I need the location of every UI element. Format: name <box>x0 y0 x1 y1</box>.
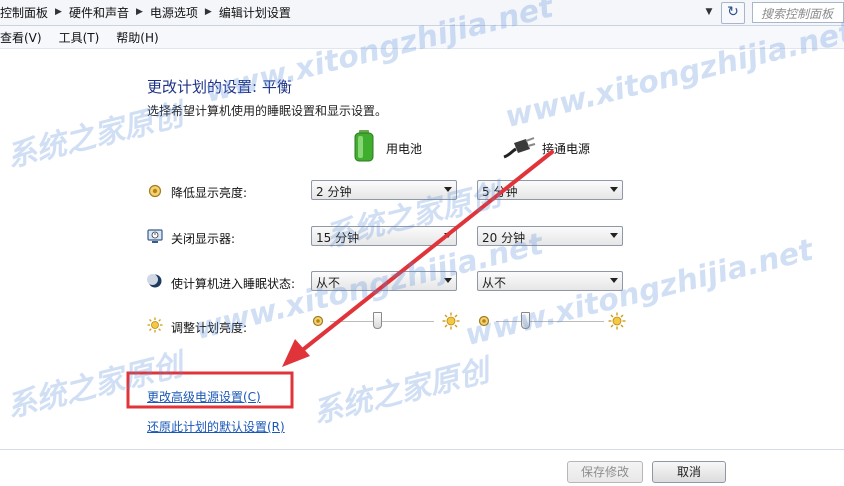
save-changes-button[interactable]: 保存修改 <box>567 461 643 483</box>
display-off-battery-select[interactable]: 15 分钟 <box>311 226 457 246</box>
chevron-down-icon <box>610 233 618 238</box>
sleep-battery-select[interactable]: 从不 <box>311 271 457 291</box>
sleep-moon-icon <box>147 274 162 288</box>
menu-tools[interactable]: 工具(T) <box>59 29 100 46</box>
watermark-cn-text: 系统之家原创 <box>3 347 187 426</box>
bright-brightness-icon <box>608 312 626 330</box>
breadcrumb-separator-icon[interactable]: ▶ <box>136 7 143 17</box>
display-off-plugged-select[interactable]: 20 分钟 <box>477 226 623 246</box>
breadcrumb-separator-icon[interactable]: ▶ <box>55 7 62 17</box>
dim-display-battery-select[interactable]: 2 分钟 <box>311 180 457 200</box>
slider-thumb[interactable] <box>373 312 382 329</box>
dim-display-label: 降低显示亮度: <box>171 186 248 200</box>
search-input[interactable]: 搜索控制面板 <box>752 2 844 23</box>
slider-track <box>330 321 434 323</box>
menu-help[interactable]: 帮助(H) <box>116 29 158 46</box>
address-bar: 控制面板 ▶ 硬件和声音 ▶ 电源选项 ▶ 编辑计划设置 ▼ ↻ 搜索控制面板 <box>0 0 844 26</box>
bright-brightness-icon <box>442 312 460 330</box>
select-value: 15 分钟 <box>316 231 360 245</box>
battery-icon <box>354 130 374 162</box>
refresh-button[interactable]: ↻ <box>721 2 745 24</box>
advanced-power-settings-link[interactable]: 更改高级电源设置(C) <box>147 388 261 405</box>
watermark-cn-text: 系统之家原创 <box>309 353 493 432</box>
chevron-down-icon <box>610 187 618 192</box>
sleep-label: 使计算机进入睡眠状态: <box>171 277 296 291</box>
column-plugged-label: 接通电源 <box>542 142 591 156</box>
menu-view[interactable]: 查看(V) <box>0 29 42 46</box>
select-value: 从不 <box>316 276 341 290</box>
address-history-dropdown-icon[interactable]: ▼ <box>702 4 716 20</box>
chevron-down-icon <box>610 278 618 283</box>
breadcrumb-edit-plan[interactable]: 编辑计划设置 <box>219 4 291 21</box>
brightness-label: 调整计划亮度: <box>171 321 248 335</box>
breadcrumb: 控制面板 ▶ 硬件和声音 ▶ 电源选项 ▶ 编辑计划设置 <box>0 4 291 20</box>
restore-defaults-link[interactable]: 还原此计划的默认设置(R) <box>147 418 285 435</box>
breadcrumb-control-panel[interactable]: 控制面板 <box>0 4 48 21</box>
refresh-icon: ↻ <box>727 4 739 20</box>
page-subtitle: 选择希望计算机使用的睡眠设置和显示设置。 <box>147 104 388 118</box>
slider-thumb[interactable] <box>521 312 530 329</box>
dim-brightness-icon <box>478 315 490 327</box>
select-value: 从不 <box>482 276 507 290</box>
select-value: 20 分钟 <box>482 231 526 245</box>
display-off-icon <box>147 229 163 243</box>
slider-track <box>496 321 604 323</box>
select-value: 5 分钟 <box>482 185 518 199</box>
page-title: 更改计划的设置: 平衡 <box>147 78 292 96</box>
search-placeholder: 搜索控制面板 <box>761 7 834 21</box>
breadcrumb-separator-icon[interactable]: ▶ <box>205 7 212 17</box>
chevron-down-icon <box>444 278 452 283</box>
brightness-battery-slider[interactable] <box>330 310 434 332</box>
footer-divider <box>0 449 844 450</box>
breadcrumb-hardware-sound[interactable]: 硬件和声音 <box>69 4 129 21</box>
power-plug-icon <box>503 137 536 159</box>
brightness-plugged-slider[interactable] <box>496 310 604 332</box>
chevron-down-icon <box>444 187 452 192</box>
annotation-arrow-head <box>282 339 310 367</box>
brightness-sun-icon <box>147 317 163 333</box>
select-value: 2 分钟 <box>316 185 352 199</box>
display-off-label: 关闭显示器: <box>171 232 236 246</box>
dim-brightness-icon <box>312 315 324 327</box>
dim-display-icon <box>148 184 162 198</box>
chevron-down-icon <box>444 233 452 238</box>
menu-bar: 查看(V) 工具(T) 帮助(H) <box>0 26 844 49</box>
column-battery-label: 用电池 <box>386 142 423 156</box>
breadcrumb-power-options[interactable]: 电源选项 <box>150 4 198 21</box>
sleep-plugged-select[interactable]: 从不 <box>477 271 623 291</box>
watermark-url-text: www.xitongzhijia.net <box>461 232 817 353</box>
cancel-button[interactable]: 取消 <box>652 461 726 483</box>
dim-display-plugged-select[interactable]: 5 分钟 <box>477 180 623 200</box>
